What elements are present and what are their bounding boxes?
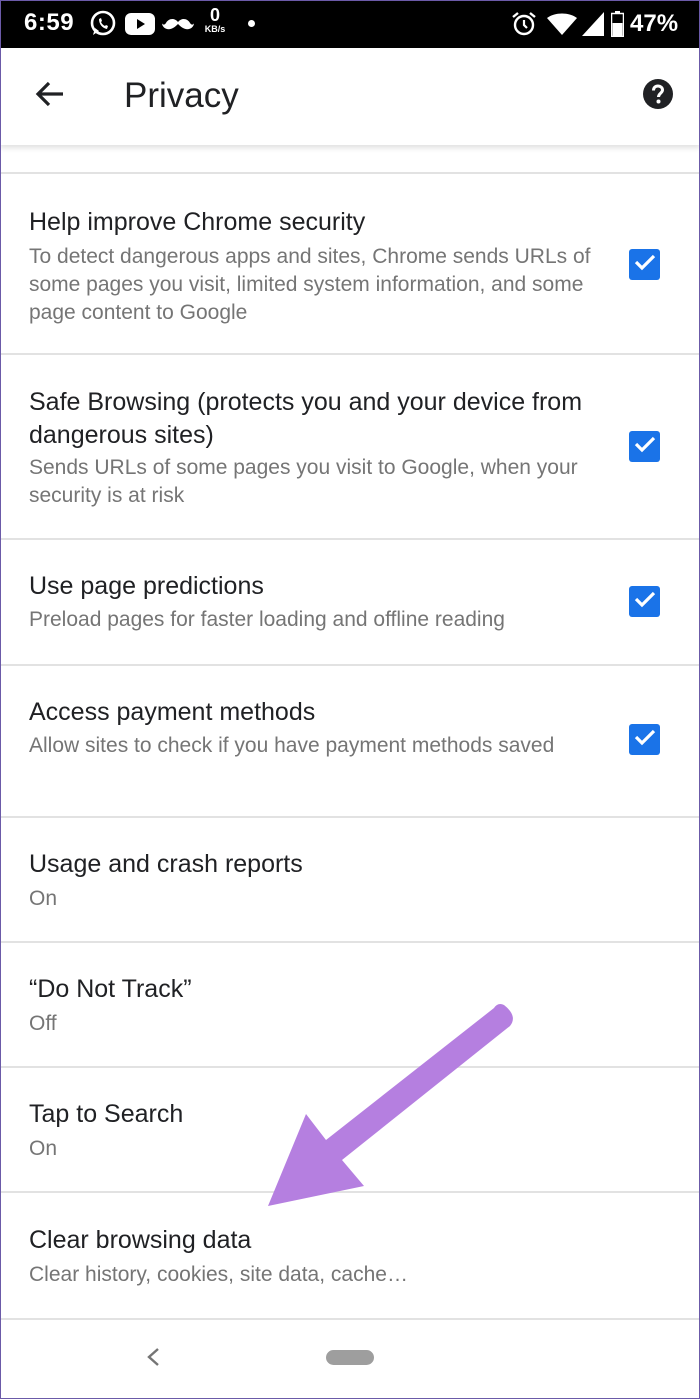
- checkmark-icon: [634, 728, 656, 751]
- setting-subtitle: Allow sites to check if you have payment…: [29, 734, 555, 757]
- help-button[interactable]: [640, 78, 676, 114]
- setting-subtitle: Sends URLs of some pages you visit to Go…: [29, 456, 578, 507]
- setting-subtitle: Preload pages for faster loading and off…: [29, 608, 505, 631]
- checkbox-help-improve-security[interactable]: [629, 249, 660, 280]
- setting-subtitle: On: [29, 1137, 58, 1160]
- checkmark-icon: [634, 590, 656, 613]
- battery-percentage: 47%: [630, 10, 679, 37]
- setting-title: Access payment methods: [29, 698, 316, 726]
- setting-do-not-track[interactable]: “Do Not Track” Off: [0, 943, 700, 1068]
- arrow-left-icon: [35, 81, 65, 112]
- checkmark-icon: [634, 435, 656, 458]
- setting-payment-methods[interactable]: Access payment methods Allow sites to ch…: [0, 666, 700, 818]
- mustache-icon: [162, 10, 194, 38]
- setting-help-improve-security[interactable]: Help improve Chrome security To detect d…: [0, 174, 700, 355]
- status-time: 6:59: [24, 9, 75, 36]
- back-button[interactable]: [28, 74, 72, 118]
- setting-page-predictions[interactable]: Use page predictions Preload pages for f…: [0, 540, 700, 666]
- setting-title: “Do Not Track”: [29, 975, 192, 1003]
- nav-back-icon[interactable]: [140, 1342, 166, 1372]
- checkbox-safe-browsing[interactable]: [629, 431, 660, 462]
- notification-dot: [248, 20, 255, 27]
- setting-clear-browsing-data[interactable]: Clear browsing data Clear history, cooki…: [0, 1193, 700, 1320]
- help-circle-icon: [642, 78, 674, 115]
- navigation-bar: [0, 1320, 700, 1399]
- checkbox-payment-methods[interactable]: [629, 724, 660, 755]
- wifi-icon: [546, 10, 578, 38]
- home-pill-icon[interactable]: [326, 1350, 374, 1365]
- checkbox-page-predictions[interactable]: [629, 586, 660, 617]
- setting-title: Help improve Chrome security: [29, 208, 366, 236]
- setting-safe-browsing[interactable]: Safe Browsing (protects you and your dev…: [0, 355, 700, 540]
- setting-title: Use page predictions: [29, 572, 264, 600]
- setting-tap-to-search[interactable]: Tap to Search On: [0, 1068, 700, 1193]
- battery-icon: [610, 10, 624, 38]
- app-toolbar: Privacy: [0, 48, 700, 145]
- setting-title: Usage and crash reports: [29, 850, 303, 878]
- setting-subtitle: Off: [29, 1012, 57, 1035]
- setting-subtitle: Clear history, cookies, site data, cache…: [29, 1263, 408, 1286]
- page-title: Privacy: [124, 76, 239, 115]
- network-speed: 0 KB/s: [204, 5, 226, 34]
- setting-title: Safe Browsing (protects you and your dev…: [29, 388, 583, 449]
- setting-title: Tap to Search: [29, 1100, 184, 1128]
- youtube-icon: [124, 10, 156, 38]
- setting-subtitle: To detect dangerous apps and sites, Chro…: [29, 245, 591, 324]
- alarm-icon: [510, 10, 538, 38]
- setting-subtitle: On: [29, 887, 58, 910]
- signal-icon: [582, 10, 604, 38]
- status-bar: 6:59 0 KB/s 47%: [0, 0, 700, 48]
- setting-title: Clear browsing data: [29, 1226, 252, 1254]
- setting-usage-crash-reports[interactable]: Usage and crash reports On: [0, 818, 700, 943]
- whatsapp-icon: [88, 10, 118, 38]
- checkmark-icon: [634, 253, 656, 276]
